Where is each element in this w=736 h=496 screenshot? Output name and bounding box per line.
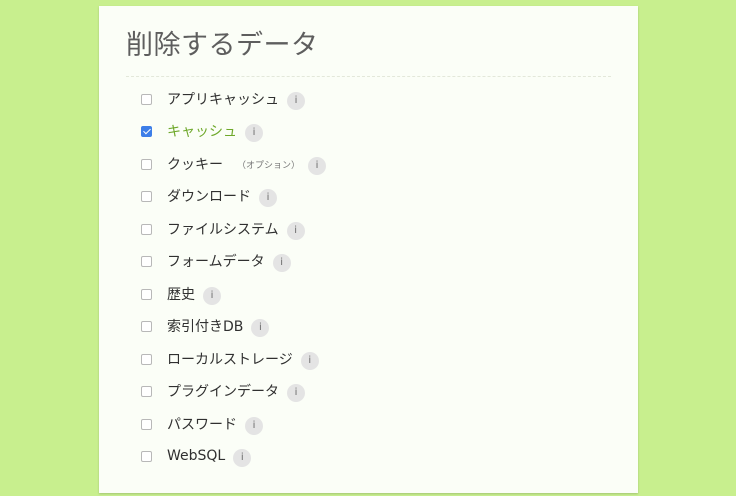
option-label[interactable]: ファイルシステム bbox=[167, 219, 279, 239]
info-icon[interactable]: i bbox=[272, 254, 291, 272]
checkbox-history[interactable] bbox=[141, 288, 152, 300]
optional-note: （オプション） bbox=[237, 160, 301, 171]
option-file-systems[interactable]: ファイルシステム i bbox=[141, 217, 305, 241]
page-title: 削除するデータ bbox=[126, 30, 319, 61]
checkbox-cookies[interactable] bbox=[141, 158, 152, 170]
option-history[interactable]: 歴史 i bbox=[141, 282, 221, 306]
checkbox-form-data[interactable] bbox=[141, 255, 152, 267]
option-label[interactable]: WebSQL bbox=[167, 448, 225, 464]
info-icon[interactable]: i bbox=[300, 352, 319, 370]
option-app-cache[interactable]: アプリキャッシュ i bbox=[141, 87, 305, 111]
option-passwords[interactable]: パスワード i bbox=[141, 412, 263, 436]
option-cookies[interactable]: クッキー （オプション） i bbox=[141, 152, 327, 176]
checkbox-file-systems[interactable] bbox=[141, 223, 152, 235]
checkbox-local-storage[interactable] bbox=[141, 353, 152, 365]
checkbox-downloads[interactable] bbox=[141, 190, 152, 202]
info-icon[interactable]: i bbox=[245, 124, 263, 142]
option-websql[interactable]: WebSQL i bbox=[141, 444, 252, 468]
option-label[interactable]: 歴史 bbox=[167, 284, 195, 304]
info-icon[interactable]: i bbox=[308, 157, 327, 175]
checkbox-passwords[interactable] bbox=[141, 418, 152, 430]
checkbox-app-cache[interactable] bbox=[141, 93, 152, 105]
option-plugin-data[interactable]: プラグインデータ i bbox=[141, 379, 305, 403]
checkbox-plugin-data[interactable] bbox=[141, 385, 152, 397]
info-icon[interactable]: i bbox=[286, 222, 305, 240]
option-form-data[interactable]: フォームデータ i bbox=[141, 249, 291, 273]
option-cache[interactable]: キャッシュ i bbox=[141, 119, 263, 143]
option-label[interactable]: クッキー bbox=[167, 154, 223, 174]
info-icon[interactable]: i bbox=[287, 92, 305, 110]
data-removal-panel: 削除するデータ アプリキャッシュ i キャッシュ i クッキー （オプション） … bbox=[99, 6, 638, 493]
option-label[interactable]: ダウンロード bbox=[167, 186, 251, 206]
option-label[interactable]: プラグインデータ bbox=[167, 381, 279, 401]
option-indexed-db[interactable]: 索引付きDB i bbox=[141, 314, 270, 338]
option-local-storage[interactable]: ローカルストレージ i bbox=[141, 347, 319, 371]
checkbox-indexed-db[interactable] bbox=[141, 320, 152, 332]
info-icon[interactable]: i bbox=[251, 319, 270, 337]
checkbox-websql[interactable] bbox=[141, 450, 152, 462]
checkbox-cache[interactable] bbox=[141, 125, 152, 137]
info-icon[interactable]: i bbox=[233, 449, 252, 467]
option-downloads[interactable]: ダウンロード i bbox=[141, 184, 277, 208]
title-divider bbox=[126, 76, 611, 77]
info-icon[interactable]: i bbox=[245, 417, 263, 435]
option-label[interactable]: キャッシュ bbox=[167, 121, 237, 141]
option-label[interactable]: ローカルストレージ bbox=[167, 349, 293, 369]
option-label[interactable]: アプリキャッシュ bbox=[167, 89, 279, 109]
option-label[interactable]: フォームデータ bbox=[167, 251, 265, 271]
option-label[interactable]: パスワード bbox=[167, 414, 237, 434]
option-label[interactable]: 索引付きDB bbox=[167, 316, 243, 336]
info-icon[interactable]: i bbox=[203, 287, 221, 305]
info-icon[interactable]: i bbox=[287, 384, 305, 402]
info-icon[interactable]: i bbox=[259, 189, 277, 207]
